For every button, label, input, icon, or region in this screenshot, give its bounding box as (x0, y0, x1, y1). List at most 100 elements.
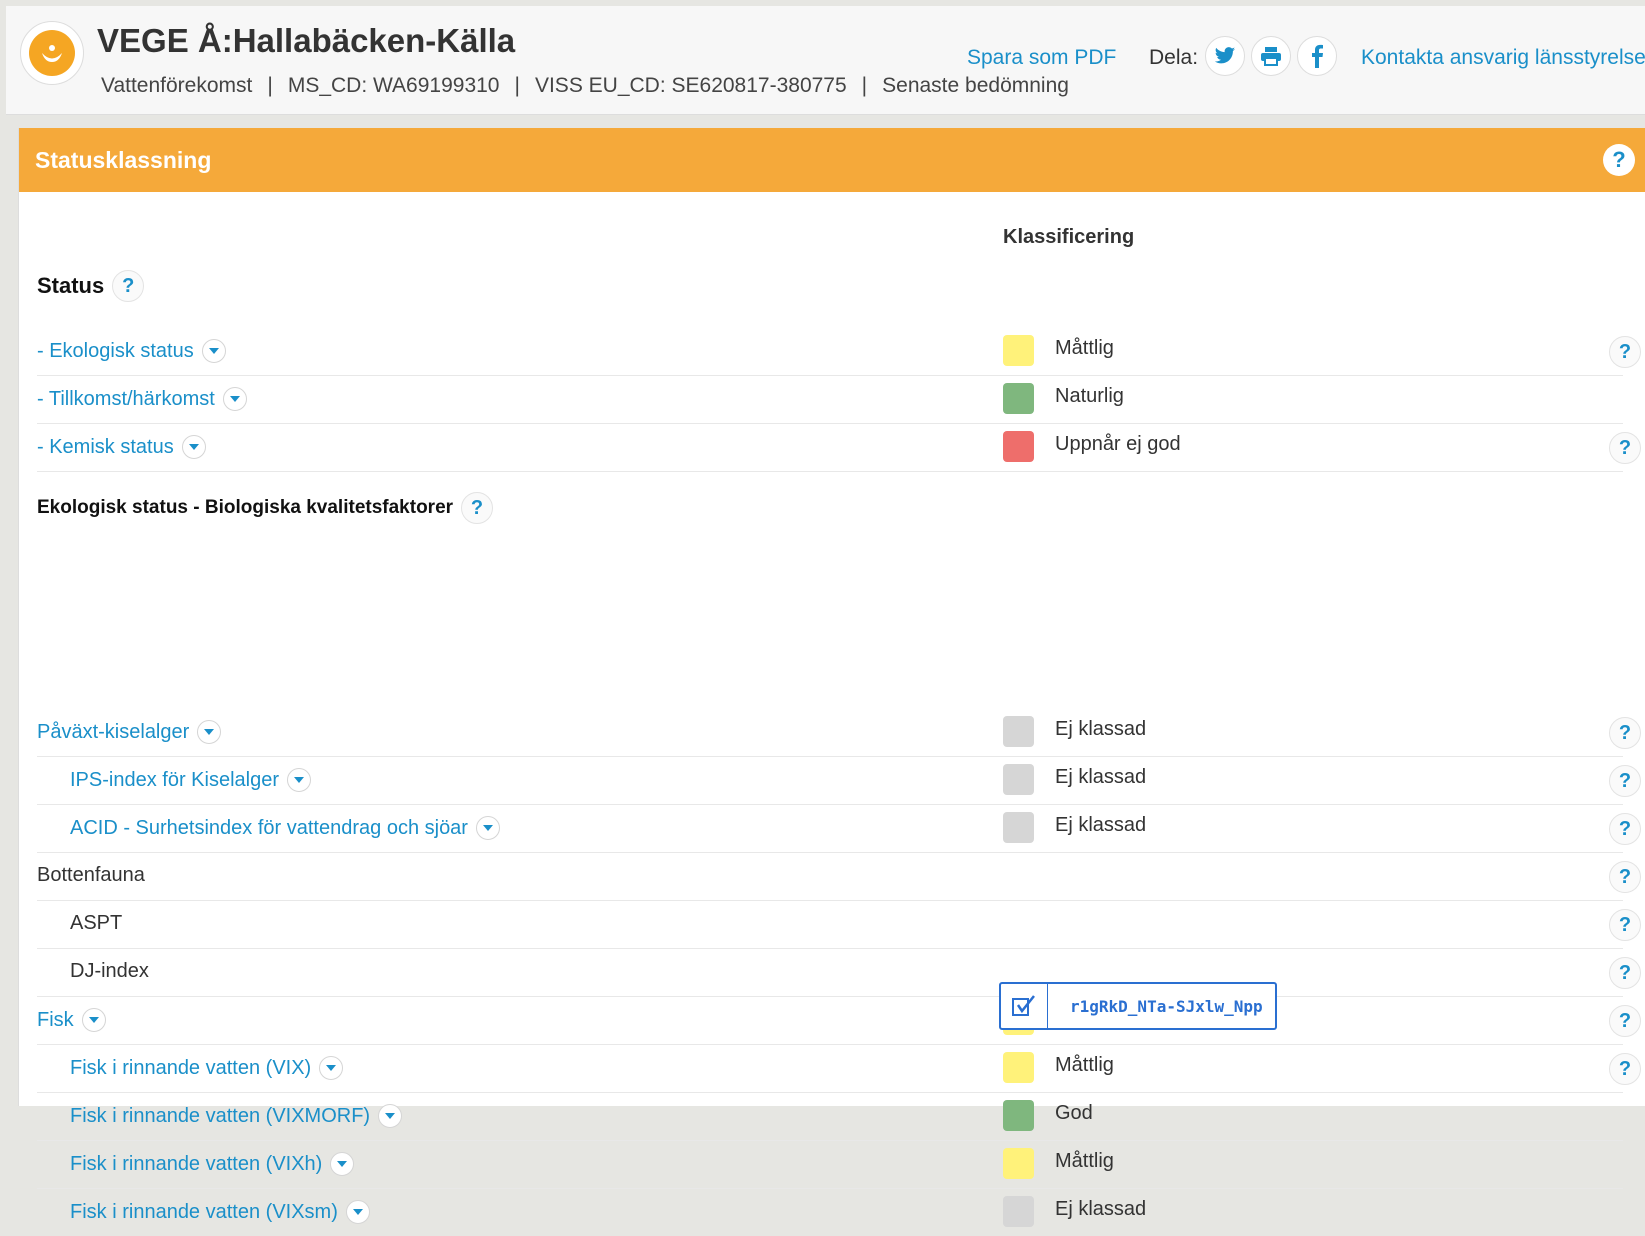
status-color-swatch (1003, 383, 1034, 414)
table-row: Påväxt-kiselalger Ej klassad? (37, 708, 1641, 757)
row-label-text[interactable]: IPS-index för Kiselalger (70, 769, 279, 792)
chevron-down-icon[interactable] (181, 435, 206, 459)
panel-title: Statusklassning (35, 147, 212, 173)
section-label: Ekologisk status - Biologiska kvalitetsf… (37, 497, 454, 518)
print-button[interactable] (1251, 36, 1291, 76)
help-icon[interactable]: ? (1609, 957, 1641, 989)
table-row: ACID - Surhetsindex för vattendrag och s… (37, 804, 1641, 853)
status-color-swatch (1003, 431, 1034, 462)
chevron-down-icon[interactable] (81, 1008, 106, 1032)
table-row: Fisk i rinnande vatten (VIXsm) Ej klassad (37, 1188, 1623, 1236)
row-label: Bottenfauna (37, 864, 145, 887)
chevron-down-icon[interactable] (222, 387, 247, 411)
chevron-down-icon[interactable] (286, 768, 311, 792)
row-label-text[interactable]: Fisk i rinnande vatten (VIXh) (70, 1153, 322, 1176)
chevron-down-icon[interactable] (330, 1152, 355, 1176)
page-header: VEGE Å:Hallabäcken-Källa Vattenförekomst… (6, 6, 1645, 115)
table-row: - Kemisk status Uppnår ej god? (37, 423, 1641, 472)
status-color-swatch (1003, 716, 1034, 747)
classification-value: Uppnår ej god (1055, 433, 1181, 455)
facebook-share-button[interactable] (1297, 36, 1337, 76)
table-row: - Tillkomst/härkomst Naturlig (37, 375, 1623, 424)
classification-value: Måttlig (1055, 337, 1114, 359)
status-color-swatch (1003, 812, 1034, 843)
checkbox-icon (1012, 995, 1035, 1016)
help-icon[interactable]: ? (1609, 909, 1641, 941)
help-icon[interactable]: ? (1609, 1053, 1641, 1085)
share-label: Dela: (1149, 46, 1199, 69)
row-label[interactable]: Fisk (37, 1008, 106, 1032)
row-label[interactable]: - Tillkomst/härkomst (37, 387, 247, 411)
row-label[interactable]: Påväxt-kiselalger (37, 720, 222, 744)
help-icon[interactable]: ? (461, 492, 494, 524)
viss-eu-cd: VISS EU_CD: SE620817-380775 (534, 74, 847, 97)
row-label-text[interactable]: ACID - Surhetsindex för vattendrag och s… (70, 817, 468, 840)
help-icon[interactable]: ? (1609, 861, 1641, 893)
table-row: IPS-index för Kiselalger Ej klassad? (37, 756, 1641, 805)
row-label[interactable]: Fisk i rinnande vatten (VIXh) (70, 1152, 355, 1176)
id-tooltip[interactable]: r1gRkD_NTa-SJxlw_Npp (999, 982, 1277, 1030)
chevron-down-icon[interactable] (319, 1056, 344, 1080)
classification-value: Ej klassad (1055, 1198, 1147, 1220)
row-label-text: DJ-index (70, 960, 149, 982)
row-label[interactable]: IPS-index för Kiselalger (70, 768, 311, 792)
classification-column-header: Klassificering (1003, 226, 1135, 248)
row-label-text[interactable]: - Kemisk status (37, 436, 174, 459)
classification-value: Naturlig (1055, 385, 1124, 407)
help-icon[interactable]: ? (1609, 1005, 1641, 1037)
row-label-text: ASPT (70, 912, 123, 934)
help-icon[interactable]: ? (1609, 765, 1641, 797)
table-row: ASPT? (37, 900, 1641, 949)
row-label[interactable]: Fisk i rinnande vatten (VIXMORF) (70, 1104, 403, 1128)
twitter-share-button[interactable] (1205, 36, 1245, 76)
section-label: Status (37, 273, 105, 298)
classification-value: Måttlig (1055, 1054, 1114, 1076)
contact-link[interactable]: Kontakta ansvarig länsstyrelse (1361, 46, 1645, 70)
row-label-text[interactable]: - Ekologisk status (37, 340, 194, 363)
row-label-text[interactable]: Fisk i rinnande vatten (VIXMORF) (70, 1105, 370, 1128)
water-drop-icon (42, 45, 62, 62)
classification-value: Ej klassad (1055, 766, 1147, 788)
row-label-text[interactable]: Fisk (37, 1009, 74, 1032)
help-icon[interactable]: ? (112, 270, 145, 302)
row-label-text[interactable]: Fisk i rinnande vatten (VIX) (70, 1057, 311, 1080)
help-icon[interactable]: ? (1609, 813, 1641, 845)
chevron-down-icon[interactable] (475, 816, 500, 840)
separator: | (861, 74, 868, 97)
row-label[interactable]: - Kemisk status (37, 435, 206, 459)
row-label[interactable]: Fisk i rinnande vatten (VIXsm) (70, 1200, 370, 1224)
row-label: ASPT (70, 912, 122, 935)
row-label: DJ-index (70, 960, 149, 983)
row-label[interactable]: - Ekologisk status (37, 339, 226, 363)
table-row: DJ-index? (37, 948, 1641, 997)
chevron-down-icon[interactable] (197, 720, 222, 744)
table-row: - Ekologisk status Måttlig? (37, 327, 1641, 376)
row-label-text[interactable]: - Tillkomst/härkomst (37, 388, 215, 411)
status-color-swatch (1003, 1052, 1034, 1083)
help-icon[interactable]: ? (1609, 717, 1641, 749)
latest-assessment-label: Senaste bedömning (882, 74, 1069, 97)
table-row: Fisk i rinnande vatten (VIXMORF) God (37, 1092, 1623, 1141)
status-color-swatch (1003, 1196, 1034, 1227)
bio-section-title: Ekologisk status - Biologiska kvalitetsf… (37, 492, 494, 524)
chevron-down-icon[interactable] (201, 339, 226, 363)
save-pdf-link[interactable]: Spara som PDF (967, 46, 1116, 70)
row-label[interactable]: Fisk i rinnande vatten (VIX) (70, 1056, 344, 1080)
overlay-icon-box (1001, 984, 1048, 1028)
chevron-down-icon[interactable] (378, 1104, 403, 1128)
status-color-swatch (1003, 764, 1034, 795)
help-icon[interactable]: ? (1609, 432, 1641, 464)
status-section-title: Status ? (37, 270, 145, 302)
row-label-text[interactable]: Påväxt-kiselalger (37, 721, 189, 744)
status-panel: Statusklassning ? Klassificering Status … (18, 128, 1645, 1227)
help-icon[interactable]: ? (1609, 336, 1641, 368)
table-row: Fisk i rinnande vatten (VIXh) Måttlig (37, 1140, 1623, 1189)
row-label[interactable]: ACID - Surhetsindex för vattendrag och s… (70, 816, 500, 840)
separator: | (514, 74, 520, 97)
chevron-down-icon[interactable] (345, 1200, 370, 1224)
facebook-icon (1312, 44, 1323, 68)
panel-help-icon[interactable]: ? (1603, 144, 1635, 176)
table-row: FiskMåttlig? (37, 996, 1641, 1045)
row-label-text[interactable]: Fisk i rinnande vatten (VIXsm) (70, 1201, 338, 1224)
table-row: Bottenfauna? (37, 852, 1641, 901)
